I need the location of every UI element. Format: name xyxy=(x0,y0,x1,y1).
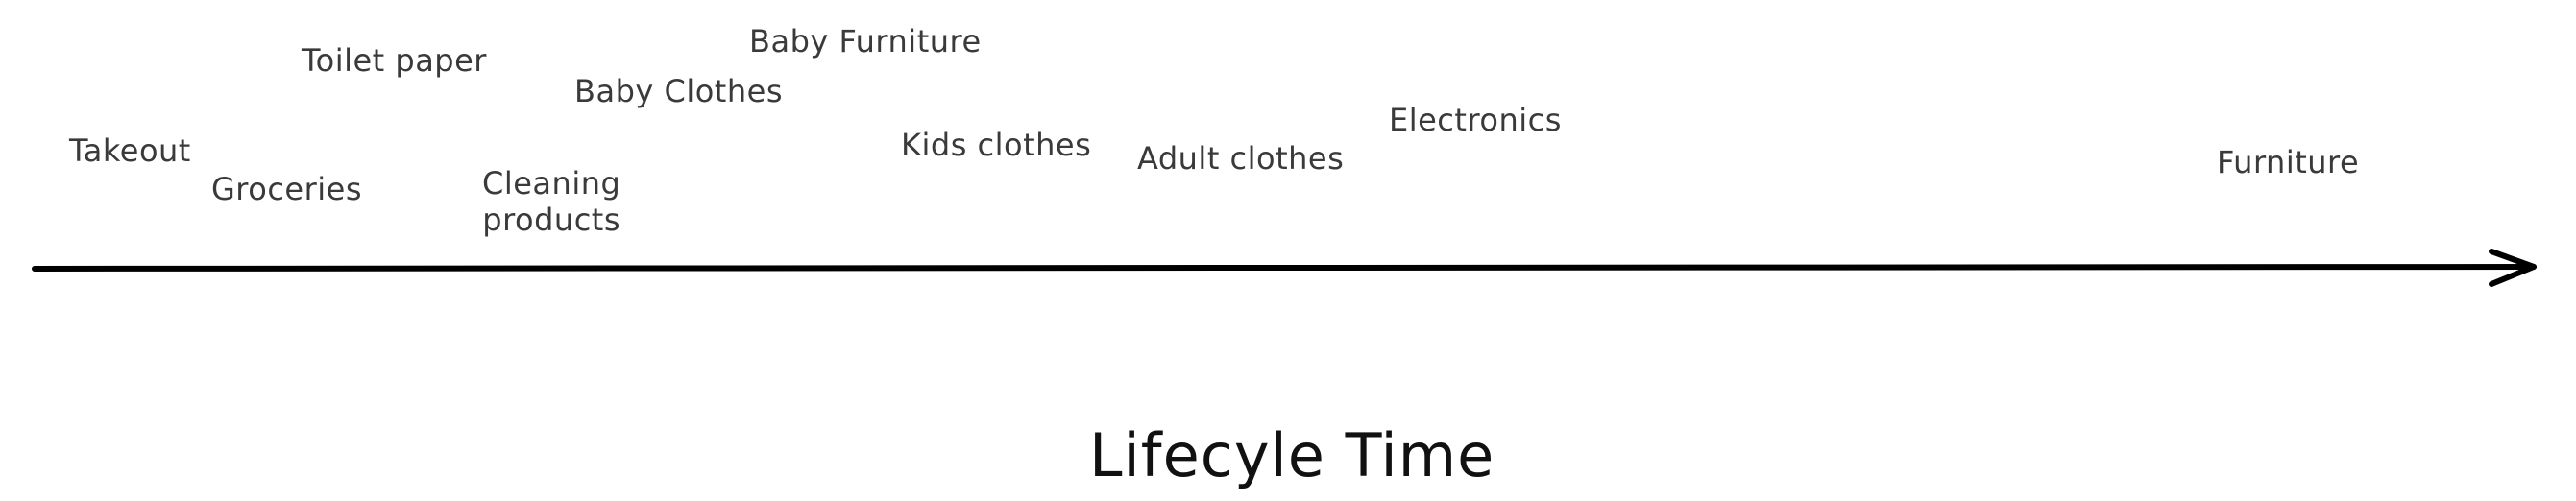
lifecycle-diagram: Takeout Groceries Toilet paper Cleaning … xyxy=(0,0,2576,501)
item-furniture: Furniture xyxy=(2217,144,2360,180)
item-cleaning-products: Cleaning products xyxy=(482,165,621,238)
item-baby-furniture: Baby Furniture xyxy=(749,23,982,60)
axis-line xyxy=(32,264,2537,272)
axis-title: Lifecyle Time xyxy=(1089,420,1495,490)
item-adult-clothes: Adult clothes xyxy=(1137,140,1345,177)
item-electronics: Electronics xyxy=(1389,102,1562,138)
item-toilet-paper: Toilet paper xyxy=(302,42,487,79)
item-baby-clothes: Baby Clothes xyxy=(574,73,783,109)
item-kids-clothes: Kids clothes xyxy=(901,127,1092,163)
item-groceries: Groceries xyxy=(211,171,363,207)
item-takeout: Takeout xyxy=(69,132,191,169)
